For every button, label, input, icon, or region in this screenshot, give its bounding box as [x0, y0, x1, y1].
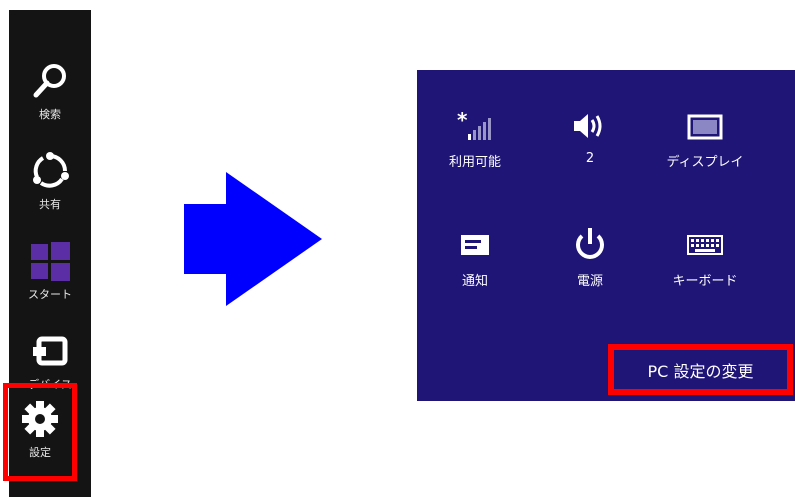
power-icon [540, 225, 640, 265]
charm-start-label: スタート [28, 288, 72, 301]
charm-search-label: 検索 [39, 108, 61, 121]
volume-tile[interactable]: 2 [540, 106, 640, 186]
charm-start[interactable]: スタート [9, 228, 91, 318]
network-tile[interactable]: * 利用可能 [425, 106, 525, 186]
search-icon [27, 58, 73, 104]
keyboard-icon [655, 225, 755, 265]
charm-search[interactable]: 検索 [9, 48, 91, 138]
display-label: ディスプレイ [666, 155, 744, 170]
display-tile[interactable]: ディスプレイ [655, 106, 755, 186]
charm-share-label: 共有 [39, 198, 61, 211]
gear-icon [17, 396, 63, 442]
windows-logo-icon [27, 238, 73, 284]
power-tile[interactable]: 電源 [540, 225, 640, 305]
display-icon [655, 106, 755, 146]
right-arrow-icon [184, 172, 322, 306]
keyboard-label: キーボード [672, 274, 738, 289]
power-label: 電源 [576, 274, 603, 289]
share-icon [27, 148, 73, 194]
svg-text:*: * [457, 109, 468, 132]
notification-icon [425, 225, 525, 265]
charm-settings[interactable]: 設定 [3, 383, 77, 481]
notifications-label: 通知 [461, 274, 488, 289]
devices-icon [27, 328, 73, 374]
network-label: 利用可能 [448, 155, 501, 170]
change-pc-settings-label: PC 設定の変更 [647, 361, 754, 381]
charm-share[interactable]: 共有 [9, 138, 91, 228]
notifications-tile[interactable]: 通知 [425, 225, 525, 305]
volume-label: 2 [585, 151, 595, 166]
change-pc-settings-link[interactable]: PC 設定の変更 [608, 344, 793, 395]
keyboard-tile[interactable]: キーボード [655, 225, 755, 305]
charm-settings-label: 設定 [29, 446, 51, 459]
speaker-icon [540, 106, 640, 146]
signal-icon: * [425, 106, 525, 146]
